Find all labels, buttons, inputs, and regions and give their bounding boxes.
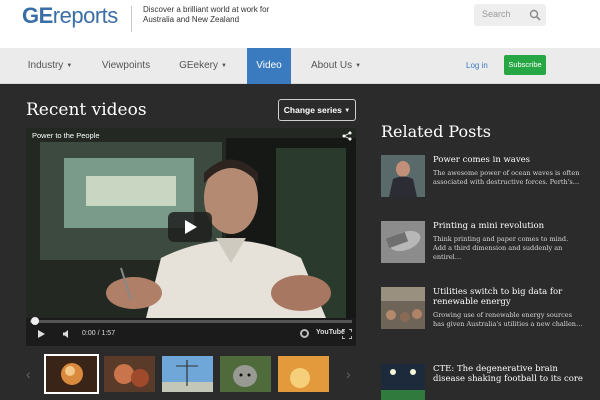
time-display: 0:00 / 1:57: [82, 330, 116, 337]
nav-label: Video: [256, 60, 282, 71]
youtube-logo[interactable]: YouTube: [316, 329, 345, 336]
chevron-down-icon: ▼: [220, 63, 227, 69]
post-title[interactable]: Utilities switch to big data for renewab…: [433, 287, 583, 307]
nav-item-industry[interactable]: Industry ▼: [18, 48, 82, 84]
nav-label: Industry: [27, 60, 64, 71]
nav-item-geekery[interactable]: GEekery ▼: [170, 48, 236, 84]
nav-item-viewpoints[interactable]: Viewpoints: [92, 48, 160, 84]
video-thumbnail[interactable]: [162, 356, 213, 392]
chevron-down-icon: ▼: [66, 63, 73, 69]
tagline: Discover a brilliant world at work for A…: [143, 5, 270, 24]
page-title: Recent videos: [26, 100, 147, 120]
related-post[interactable]: CTE: The degenerative brain disease shak…: [381, 364, 583, 400]
progress-handle[interactable]: [31, 317, 39, 325]
nav-label: Viewpoints: [101, 60, 151, 71]
related-post[interactable]: Power comes in waves The awesome power o…: [381, 155, 581, 203]
login-link[interactable]: Log in: [466, 61, 488, 70]
nav-label: GEekery: [179, 60, 218, 71]
thumbnail-image: [278, 356, 329, 392]
search-placeholder[interactable]: Search: [482, 9, 511, 19]
progress-bar[interactable]: [30, 317, 352, 325]
video-thumbnail[interactable]: [104, 356, 155, 392]
nav-item-about-us[interactable]: About Us ▼: [302, 48, 370, 84]
post-image[interactable]: [381, 221, 425, 263]
video-title: Power to the People: [32, 131, 100, 140]
video-thumbnail-strip: ‹ ›: [26, 352, 356, 396]
logo-ge-text: GE: [22, 3, 53, 28]
thumbnail-image: [46, 356, 97, 392]
post-image[interactable]: [381, 155, 425, 197]
fullscreen-icon[interactable]: [342, 329, 352, 339]
chevron-left-icon[interactable]: ‹: [26, 366, 31, 382]
player-controls: 0:00 / 1:57 YouTube: [26, 317, 356, 346]
share-icon[interactable]: [342, 131, 352, 141]
related-post[interactable]: Utilities switch to big data for renewab…: [381, 287, 583, 343]
play-icon: [185, 220, 197, 234]
volume-icon[interactable]: [62, 329, 72, 339]
post-image[interactable]: [381, 364, 425, 400]
post-title[interactable]: Printing a mini revolution: [433, 221, 583, 231]
search-icon[interactable]: [529, 9, 541, 21]
play-button[interactable]: [168, 212, 212, 242]
ge-reports-logo[interactable]: GEreports: [22, 3, 118, 29]
thumbnail-image: [220, 356, 271, 392]
video-thumbnail[interactable]: [220, 356, 271, 392]
change-series-label: Change series: [283, 105, 342, 115]
video-thumbnail[interactable]: [278, 356, 329, 392]
search-input[interactable]: Search: [474, 4, 546, 26]
post-image[interactable]: [381, 287, 425, 329]
site-header: GEreports Discover a brilliant world at …: [0, 0, 600, 48]
related-posts-title: Related Posts: [381, 122, 491, 141]
post-title[interactable]: Power comes in waves: [433, 155, 583, 165]
nav-label: About Us: [310, 60, 353, 71]
subscribe-button[interactable]: Subscribe: [504, 55, 546, 75]
post-excerpt: The awesome power of ocean waves is ofte…: [433, 169, 580, 186]
thumbnail-image: [162, 356, 213, 392]
nav-item-video[interactable]: Video: [247, 48, 291, 84]
video-player[interactable]: Power to the People 0:00 / 1:57 YouTube: [26, 128, 356, 346]
chevron-down-icon: ▼: [344, 108, 351, 114]
chevron-down-icon: ▼: [355, 63, 362, 69]
post-title[interactable]: CTE: The degenerative brain disease shak…: [433, 364, 583, 384]
related-post[interactable]: Printing a mini revolution Think printin…: [381, 221, 581, 269]
change-series-button[interactable]: Change series ▼: [278, 99, 356, 121]
video-thumbnail[interactable]: [44, 354, 99, 394]
logo-reports-text: reports: [52, 3, 118, 28]
gear-icon[interactable]: [300, 329, 309, 338]
play-icon[interactable]: [38, 330, 45, 338]
post-excerpt: Think printing and paper comes to mind. …: [433, 235, 569, 261]
logo-divider: [131, 6, 132, 32]
chevron-right-icon[interactable]: ›: [346, 366, 351, 382]
post-excerpt: Growing use of renewable energy sources …: [433, 311, 583, 328]
thumbnail-image: [104, 356, 155, 392]
